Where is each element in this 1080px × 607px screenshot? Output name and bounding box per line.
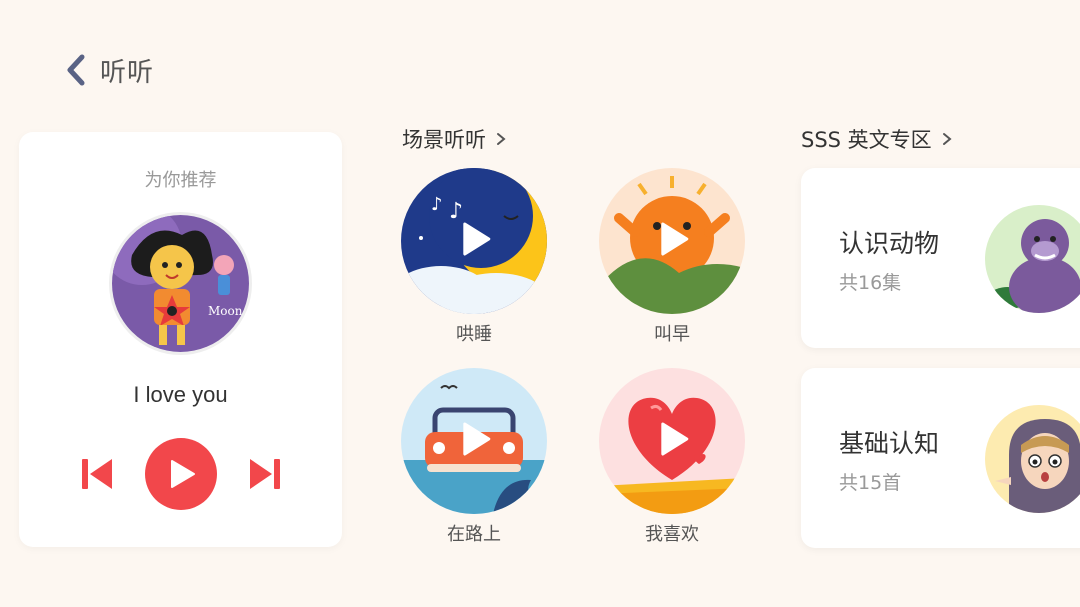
scene-sleep-image: ♪ ♪ [401,168,547,314]
english-section-header[interactable]: SSS 英文专区 [801,124,952,154]
chevron-right-icon [942,133,952,145]
scene-section-title: 场景听听 [402,128,486,152]
scene-sleep-play-icon [463,222,491,260]
player-controls [19,438,342,510]
song-title: I love you [133,382,228,407]
kid-hood-icon [985,405,1080,513]
scene-item-on-the-road[interactable]: 在路上 [401,368,547,546]
scene-road-play-icon [463,422,491,460]
english-card-basics[interactable]: 基础认知 共15首 [801,368,1080,548]
play-icon [170,460,195,488]
svg-text:Moon: Moon [208,304,243,318]
next-icon [249,459,280,489]
svg-text:♪: ♪ [431,194,443,215]
back-button[interactable] [60,50,92,90]
recommend-label: 为你推荐 [144,170,217,191]
play-button[interactable] [144,438,217,510]
chevron-right-icon [497,133,506,145]
english-card-count: 共16集 [839,272,902,294]
scene-favorites-play-icon [661,422,689,460]
scene-sleep-label: 哄睡 [456,324,492,345]
scene-favorites-image [599,368,745,514]
english-card-title: 认识动物 [839,229,940,258]
gorilla-icon [985,205,1080,313]
english-card-animals[interactable]: 认识动物 共16集 [801,168,1080,348]
album-art-image: Moon [112,215,249,352]
page-title: 听听 [100,57,155,88]
recommend-card[interactable]: 为你推荐 Moon I love you [19,132,342,547]
svg-text:♪: ♪ [449,199,463,224]
scene-road-image [401,368,547,514]
previous-button[interactable] [79,456,115,492]
album-art[interactable]: Moon [109,212,252,355]
scene-item-favorites[interactable]: 我喜欢 [599,368,745,546]
header: 听听 [60,50,154,90]
scene-item-sleep[interactable]: ♪ ♪ 哄睡 [401,168,547,346]
previous-icon [81,459,112,489]
scene-section-header[interactable]: 场景听听 [402,124,506,154]
scene-road-label: 在路上 [447,524,501,545]
next-button[interactable] [247,456,283,492]
english-card-title: 基础认知 [839,429,940,458]
scene-wake-label: 叫早 [654,324,690,345]
scene-wake-play-icon [661,222,689,260]
scene-favorites-label: 我喜欢 [645,524,699,545]
chevron-left-icon [67,54,85,86]
english-card-count: 共15首 [839,472,902,494]
english-section-title: SSS 英文专区 [801,128,932,152]
scene-wake-image [599,168,745,314]
scene-item-wake[interactable]: 叫早 [599,168,745,346]
